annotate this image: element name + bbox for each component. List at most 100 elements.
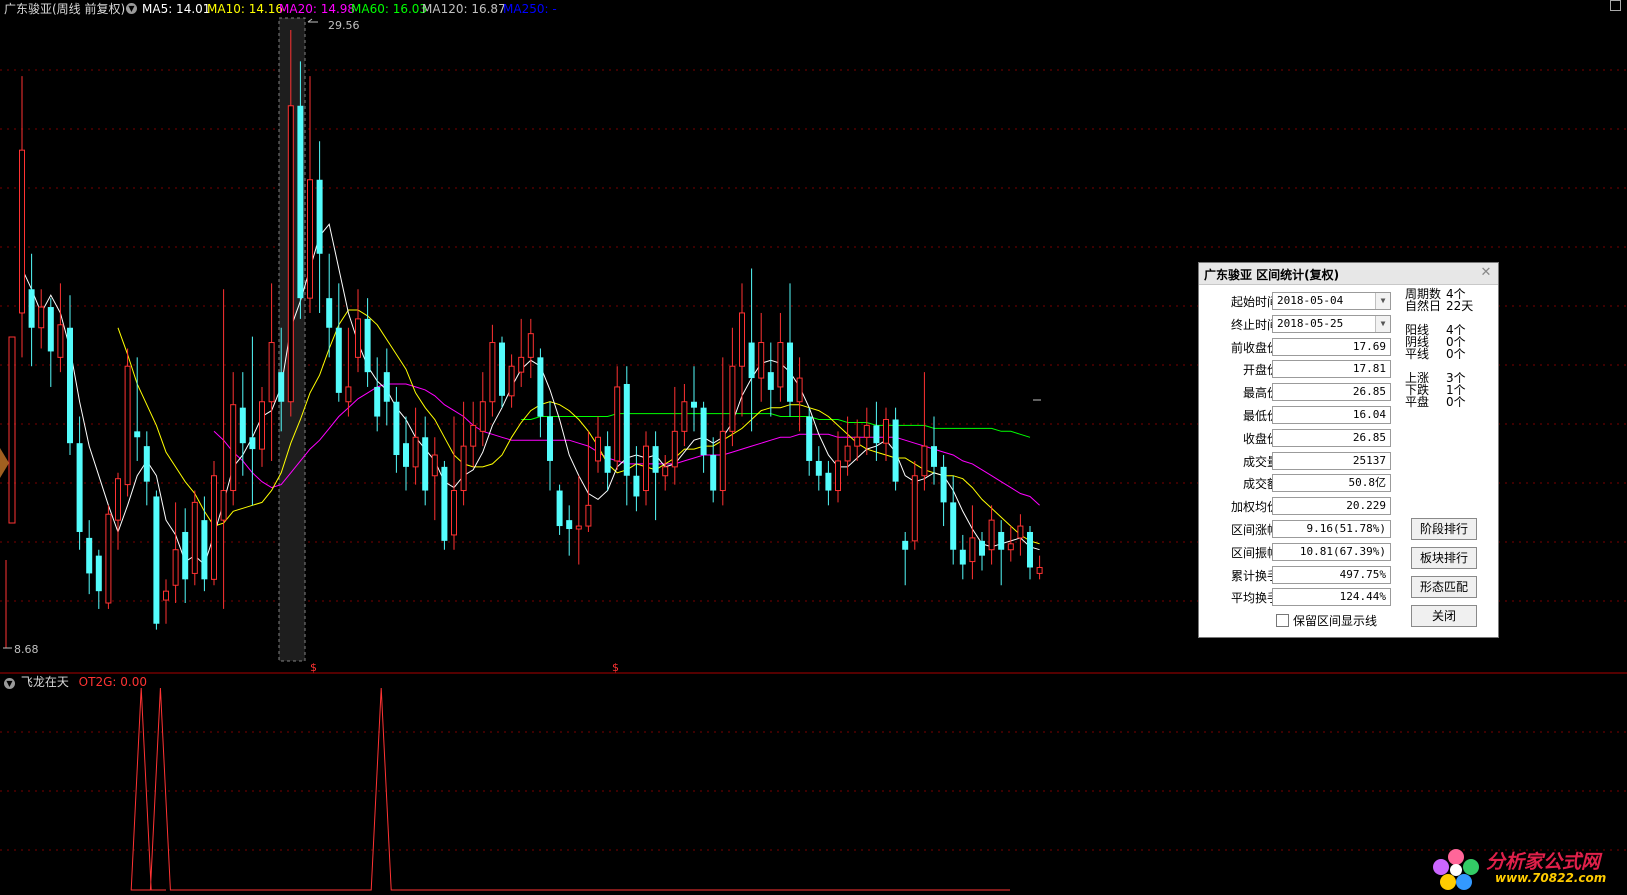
stat-row-label: 收盘价	[1242, 431, 1279, 446]
candle	[124, 348, 131, 497]
candle	[431, 437, 438, 521]
candle	[259, 386, 265, 467]
candle	[508, 354, 515, 408]
candle	[470, 401, 477, 467]
stat-value-text: 26.85	[1352, 385, 1386, 399]
close-button[interactable]: 关闭	[1411, 605, 1477, 627]
date-select[interactable]: 2018-05-25 ▼	[1272, 314, 1391, 333]
left-scroll-arrow-icon[interactable]	[0, 448, 9, 478]
candle	[652, 431, 659, 521]
stat-row-label: 累计换手	[1230, 568, 1279, 583]
candle	[1017, 514, 1024, 556]
candle	[412, 407, 419, 485]
candle	[969, 505, 976, 580]
high-marker-label: 29.56	[328, 19, 360, 32]
chevron-down-icon[interactable]: ▼	[1375, 315, 1390, 332]
candle	[527, 318, 534, 379]
indicator-dropdown-icon[interactable]: ▼	[4, 678, 15, 689]
stat-row-label: 平均换手	[1230, 591, 1279, 606]
candle	[1036, 555, 1043, 580]
watermark-text: 分析家公式网	[1486, 851, 1601, 873]
range-stats-dialog: 广东骏亚 区间统计(复权) ✕ 起始时间 2018-05-04 ▼ 终止时间 2018-…	[1198, 262, 1499, 638]
stat-row-label: 区间振幅	[1230, 545, 1279, 560]
candle	[134, 357, 141, 461]
candle	[643, 431, 649, 506]
keep-range-checkbox[interactable]	[1276, 614, 1289, 627]
candle	[595, 416, 601, 473]
candle	[316, 141, 323, 313]
keep-range-label: 保留区间显示线	[1293, 614, 1378, 628]
stat-key: 自然日	[1405, 299, 1442, 313]
candles-group	[19, 30, 1043, 630]
stage-rank-button[interactable]: 阶段排行	[1411, 518, 1477, 540]
stat-value-text: 17.81	[1352, 362, 1386, 376]
candle	[220, 289, 227, 609]
candle	[767, 342, 774, 417]
stat-row-value: 50.8亿	[1272, 474, 1391, 493]
moving-average-lines	[21, 223, 1040, 566]
stat-value-text: 17.69	[1352, 339, 1386, 353]
candle	[499, 336, 505, 408]
close-icon[interactable]: ✕	[1479, 266, 1493, 280]
candle	[422, 416, 429, 506]
stat-row-value: 26.85	[1272, 428, 1391, 447]
stat-value-text: 2018-05-25	[1277, 316, 1344, 330]
candle	[105, 505, 112, 609]
stat-row-label: 最高价	[1242, 386, 1279, 401]
indicator-name: 飞龙在天	[20, 675, 69, 689]
stat-row-value: 9.16(51.78%)	[1272, 520, 1391, 538]
sector-rank-button[interactable]: 板块排行	[1411, 547, 1477, 569]
candle	[489, 324, 496, 417]
stat-row-label: 区间涨幅	[1230, 523, 1279, 537]
stat-row-label: 前收盘价	[1230, 340, 1279, 355]
pattern-match-button[interactable]: 形态匹配	[1411, 576, 1477, 598]
candle	[95, 549, 102, 609]
candle	[153, 490, 160, 630]
candle	[374, 357, 381, 432]
candle	[940, 455, 947, 527]
candle	[796, 357, 803, 432]
candle	[76, 416, 83, 550]
candle	[201, 496, 208, 592]
stat-row-label: 起始时间	[1230, 295, 1279, 309]
range-end-mark: $	[612, 661, 619, 674]
stat-row-value: 26.85	[1272, 383, 1391, 402]
candle	[307, 76, 313, 313]
candle	[364, 298, 371, 387]
stat-row-value: 16.04	[1272, 406, 1391, 424]
candle	[115, 472, 121, 550]
candle	[239, 372, 246, 476]
candle	[355, 289, 361, 373]
candle	[787, 283, 793, 417]
stat-value-text: 16.04	[1352, 408, 1386, 421]
date-select[interactable]: 2018-05-04 ▼	[1272, 292, 1391, 310]
candle	[326, 253, 333, 358]
candle	[662, 455, 669, 491]
candle	[28, 253, 35, 367]
candle	[585, 431, 592, 532]
ma5-line	[21, 223, 1040, 566]
indicator-value: OT2G: 0.00	[78, 675, 147, 689]
candle	[575, 475, 582, 565]
chevron-down-icon[interactable]: ▼	[1375, 293, 1390, 309]
candle	[623, 366, 630, 506]
candle	[979, 531, 985, 571]
stat-value-text: 124.44%	[1339, 590, 1386, 604]
candle	[739, 283, 745, 417]
candle	[748, 268, 755, 432]
stat-value: 22天	[1446, 299, 1474, 313]
candle	[537, 348, 544, 438]
candle	[691, 366, 697, 432]
dialog-titlebar[interactable]: 广东骏亚 区间统计(复权) ✕	[1199, 263, 1498, 285]
candle	[182, 508, 189, 604]
candle	[57, 283, 64, 373]
candle	[268, 283, 275, 461]
candle	[249, 336, 256, 506]
candle	[614, 366, 621, 470]
stat-key: 平盘	[1405, 395, 1430, 409]
candle	[681, 383, 688, 447]
candle	[393, 386, 400, 473]
low-marker-label: 8.68	[14, 643, 39, 656]
watermark-url: www.70822.com	[1495, 871, 1607, 885]
stat-row-value: 497.75%	[1272, 565, 1391, 584]
